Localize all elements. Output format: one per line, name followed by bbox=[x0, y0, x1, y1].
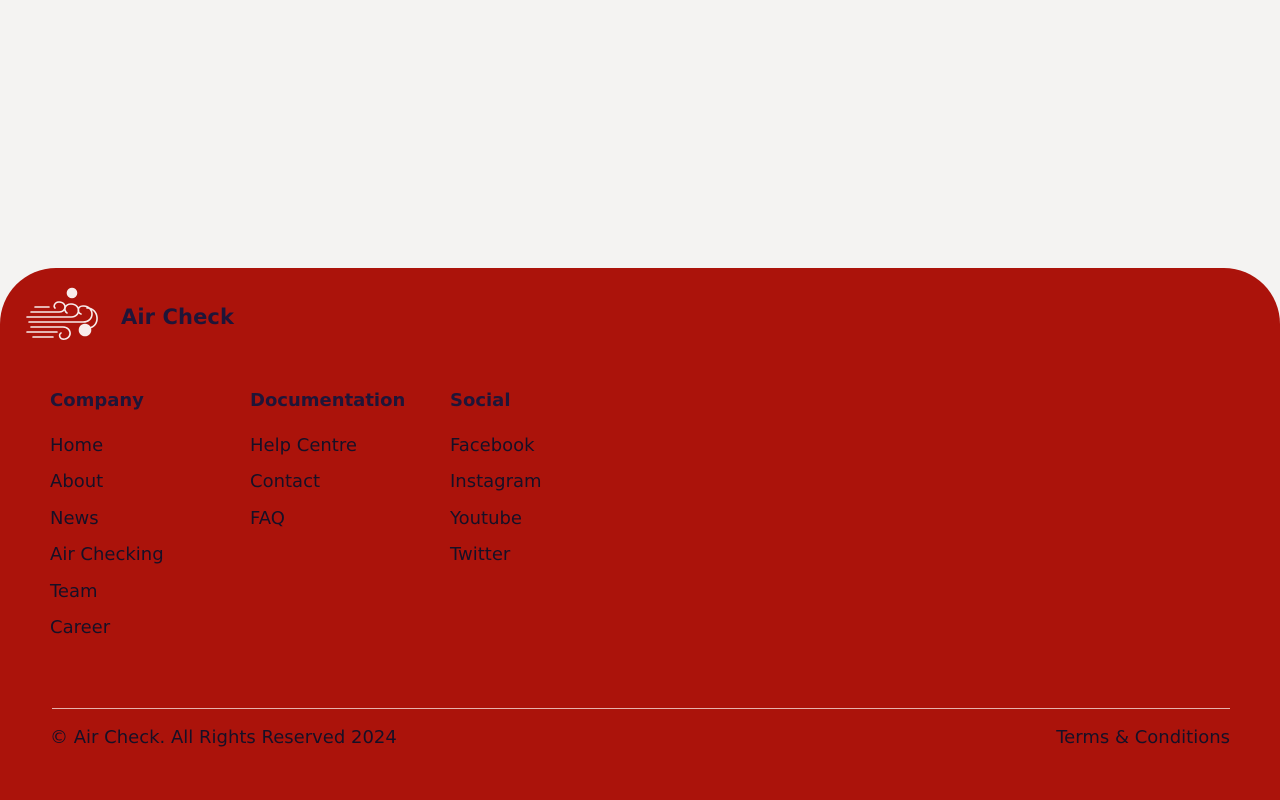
link-list: Facebook Instagram Youtube Twitter bbox=[450, 434, 650, 567]
footer-column-social: Social Facebook Instagram Youtube Twitte… bbox=[450, 389, 650, 652]
footer-link-youtube[interactable]: Youtube bbox=[450, 507, 650, 531]
footer-link-career[interactable]: Career bbox=[50, 616, 250, 640]
footer-divider bbox=[52, 708, 1230, 709]
footer-link-help-centre[interactable]: Help Centre bbox=[250, 434, 450, 458]
column-title: Documentation bbox=[250, 390, 406, 411]
footer-column-documentation: Documentation Help Centre Contact FAQ bbox=[250, 389, 450, 652]
link-list: Help Centre Contact FAQ bbox=[250, 434, 450, 531]
footer-column-company: Company Home About News Air Checking Tea… bbox=[50, 389, 250, 652]
footer-link-air-checking[interactable]: Air Checking bbox=[50, 543, 250, 567]
footer-link-team[interactable]: Team bbox=[50, 580, 250, 604]
site-footer: Air Check Company Home About News Air Ch… bbox=[0, 268, 1280, 800]
footer-columns: Company Home About News Air Checking Tea… bbox=[50, 389, 650, 652]
footer-link-about[interactable]: About bbox=[50, 470, 250, 494]
footer-link-twitter[interactable]: Twitter bbox=[450, 543, 650, 567]
footer-link-contact[interactable]: Contact bbox=[250, 470, 450, 494]
copyright-text: © Air Check. All Rights Reserved 2024 bbox=[50, 727, 397, 748]
footer-link-faq[interactable]: FAQ bbox=[250, 507, 450, 531]
footer-link-home[interactable]: Home bbox=[50, 434, 250, 458]
brand[interactable]: Air Check bbox=[25, 286, 234, 348]
link-list: Home About News Air Checking Team Career bbox=[50, 434, 250, 640]
brand-name[interactable]: Air Check bbox=[121, 305, 234, 329]
wind-icon bbox=[26, 287, 98, 340]
footer-link-news[interactable]: News bbox=[50, 507, 250, 531]
footer-link-instagram[interactable]: Instagram bbox=[450, 470, 650, 494]
footer-link-facebook[interactable]: Facebook bbox=[450, 434, 650, 458]
column-title: Company bbox=[50, 390, 144, 411]
column-title: Social bbox=[450, 390, 511, 411]
terms-link[interactable]: Terms & Conditions bbox=[1056, 726, 1230, 750]
